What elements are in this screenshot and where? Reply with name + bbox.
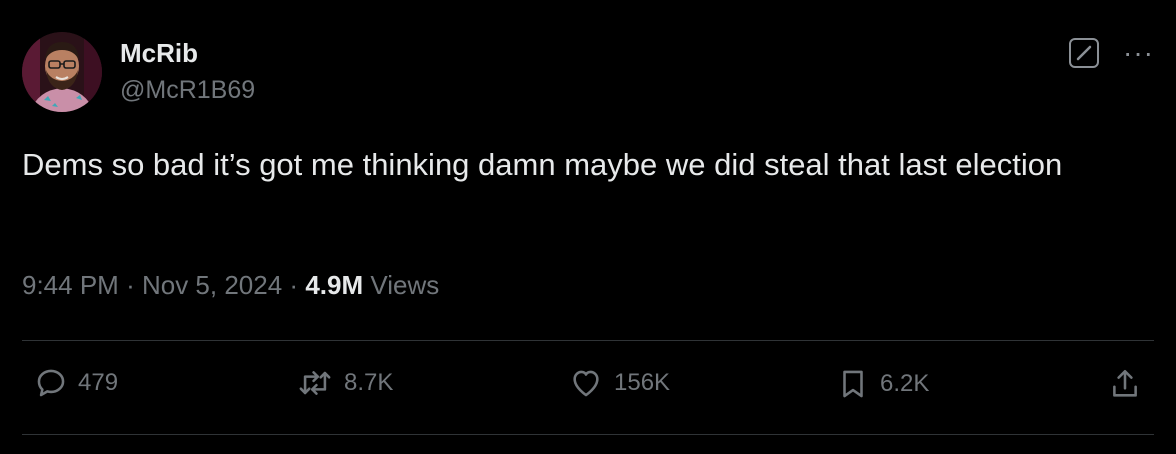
- author-display-name[interactable]: McRib: [120, 38, 255, 68]
- tweet-card: McRib @McR1B69 ··· Dems so bad it’s got …: [0, 0, 1176, 454]
- bookmark-button[interactable]: 6.2K: [836, 366, 929, 402]
- reply-count: 479: [78, 369, 119, 396]
- tweet-meta: 9:44 PM · Nov 5, 2024 · 4.9M Views: [22, 270, 439, 301]
- share-icon: [1113, 369, 1137, 397]
- top-actions: ···: [1069, 38, 1154, 68]
- bookmark-count: 6.2K: [880, 370, 930, 397]
- tweet-header: McRib @McR1B69: [22, 32, 255, 112]
- engagement-bar: 479 8.7K 156K 6.2K: [22, 366, 1154, 412]
- meta-separator: ·: [126, 270, 135, 300]
- bookmark-icon: [843, 370, 863, 398]
- like-button[interactable]: 156K: [568, 366, 670, 400]
- tweet-text: Dems so bad it’s got me thinking damn ma…: [22, 147, 1063, 182]
- repost-count: 8.7K: [344, 369, 394, 396]
- repost-icon: [299, 371, 331, 395]
- tweet-date[interactable]: Nov 5, 2024: [142, 270, 282, 300]
- author-handle[interactable]: @McR1B69: [120, 74, 255, 106]
- more-icon[interactable]: ···: [1123, 39, 1154, 67]
- heart-icon: [573, 370, 599, 397]
- divider: [22, 340, 1154, 341]
- views-label: Views: [370, 270, 440, 300]
- share-button[interactable]: [1108, 366, 1142, 402]
- author-names: McRib @McR1B69: [120, 38, 255, 106]
- reply-button[interactable]: 479: [34, 366, 118, 400]
- repost-button[interactable]: 8.7K: [296, 366, 393, 400]
- like-count: 156K: [614, 369, 671, 396]
- divider: [22, 434, 1154, 435]
- reply-icon: [37, 369, 65, 397]
- avatar[interactable]: [22, 32, 102, 112]
- tweet-time[interactable]: 9:44 PM: [22, 270, 119, 300]
- views-count[interactable]: 4.9M: [305, 270, 363, 300]
- meta-separator: ·: [289, 270, 299, 300]
- grok-icon[interactable]: [1069, 38, 1100, 68]
